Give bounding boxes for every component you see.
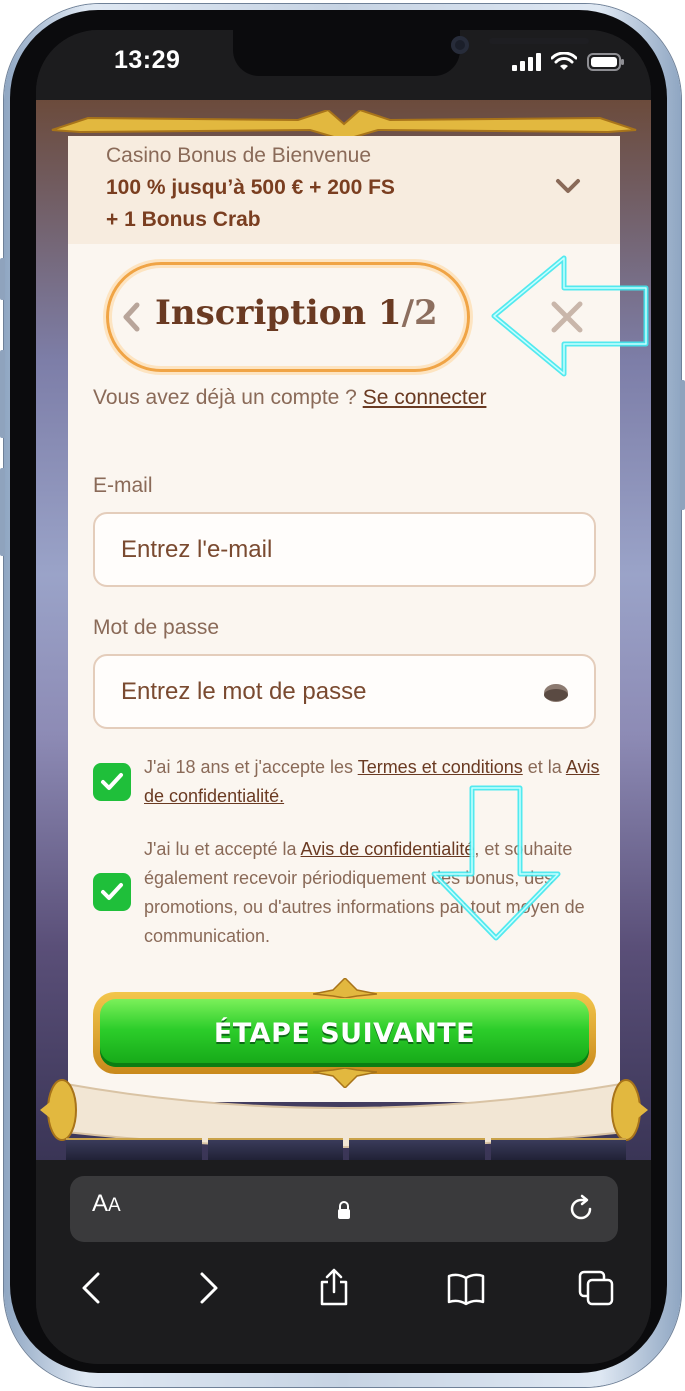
aa-large: A [92, 1190, 109, 1217]
age-terms-checkbox[interactable] [93, 763, 131, 801]
aa-small: A [108, 1195, 121, 1216]
terms-link[interactable]: Termes et conditions [358, 757, 523, 777]
signup-title: Inscription 1/2 [155, 293, 438, 333]
phone-screen: 13:29 Casino Bonus de Bienvenue 100 % ju… [36, 30, 651, 1364]
annotation-arrow-left [491, 255, 649, 377]
volume-up-button [0, 350, 5, 438]
checkmark-icon [101, 773, 123, 790]
email-field[interactable] [93, 512, 596, 587]
chevron-left-icon[interactable] [119, 299, 143, 335]
address-bar[interactable]: AA [70, 1176, 618, 1242]
chevron-down-icon[interactable] [554, 174, 582, 198]
tabs-icon[interactable] [576, 1268, 616, 1308]
next-step-label: ÉTAPE SUIVANTE [213, 1017, 476, 1049]
signal-icon [512, 53, 541, 71]
game-thumbnail[interactable] [349, 1138, 485, 1162]
back-icon[interactable] [72, 1268, 112, 1308]
power-button [680, 380, 685, 510]
notch [233, 30, 589, 76]
annotation-arrow-down [431, 785, 561, 941]
signup-title-main: Inscription 1 [155, 293, 402, 333]
signup-step-count: /2 [401, 293, 438, 333]
lock-icon [338, 1201, 350, 1219]
login-prompt: Vous avez déjà un compte ? Se connecter [93, 386, 486, 410]
safari-toolbar: AA [36, 1160, 651, 1364]
game-thumbnails [66, 1138, 626, 1162]
checkmark-icon [101, 883, 123, 900]
consent1-text-before: J'ai 18 ans et j'accepte les [144, 757, 353, 777]
next-step-button-face: ÉTAPE SUIVANTE [100, 999, 589, 1067]
bonus-offer-line1: 100 % jusqu’à 500 € + 200 FS [106, 176, 395, 199]
game-thumbnail[interactable] [490, 1138, 626, 1162]
reload-icon[interactable] [566, 1194, 596, 1224]
share-icon[interactable] [314, 1268, 354, 1308]
password-label: Mot de passe [93, 616, 220, 639]
volume-down-button [0, 468, 5, 556]
game-thumbnail[interactable] [66, 1138, 202, 1162]
status-icons [511, 52, 625, 72]
wifi-icon [551, 52, 577, 70]
silent-switch [0, 258, 5, 300]
scroll-bottom-ornament [40, 1079, 648, 1148]
eye-icon[interactable] [542, 680, 570, 704]
login-link[interactable]: Se connecter [363, 386, 487, 409]
consent1-text-mid: et la [527, 757, 562, 777]
bonus-label: Casino Bonus de Bienvenue [106, 144, 372, 167]
camera [451, 36, 469, 54]
login-prompt-text: Vous avez déjà un compte ? [93, 386, 357, 409]
forward-icon[interactable] [188, 1268, 228, 1308]
bonus-banner[interactable]: Casino Bonus de Bienvenue 100 % jusqu’à … [68, 136, 620, 244]
marketing-checkbox[interactable] [93, 873, 131, 911]
bookmarks-icon[interactable] [446, 1268, 486, 1308]
status-bar: 13:29 [36, 30, 651, 100]
button-ornament-top [313, 978, 377, 998]
consent2-text-before: J'ai lu et accepté la [144, 839, 297, 859]
email-input[interactable] [121, 514, 521, 585]
signup-title-box: Inscription 1/2 [106, 262, 470, 372]
speaker [489, 38, 589, 44]
email-label: E-mail [93, 474, 153, 497]
game-thumbnail[interactable] [207, 1138, 343, 1162]
status-time: 13:29 [114, 46, 181, 74]
password-input[interactable] [121, 656, 521, 727]
reader-aa-button[interactable]: AA [92, 1190, 121, 1218]
password-field[interactable] [93, 654, 596, 729]
bonus-offer-line2: + 1 Bonus Crab [106, 208, 261, 231]
battery-icon [587, 53, 624, 71]
